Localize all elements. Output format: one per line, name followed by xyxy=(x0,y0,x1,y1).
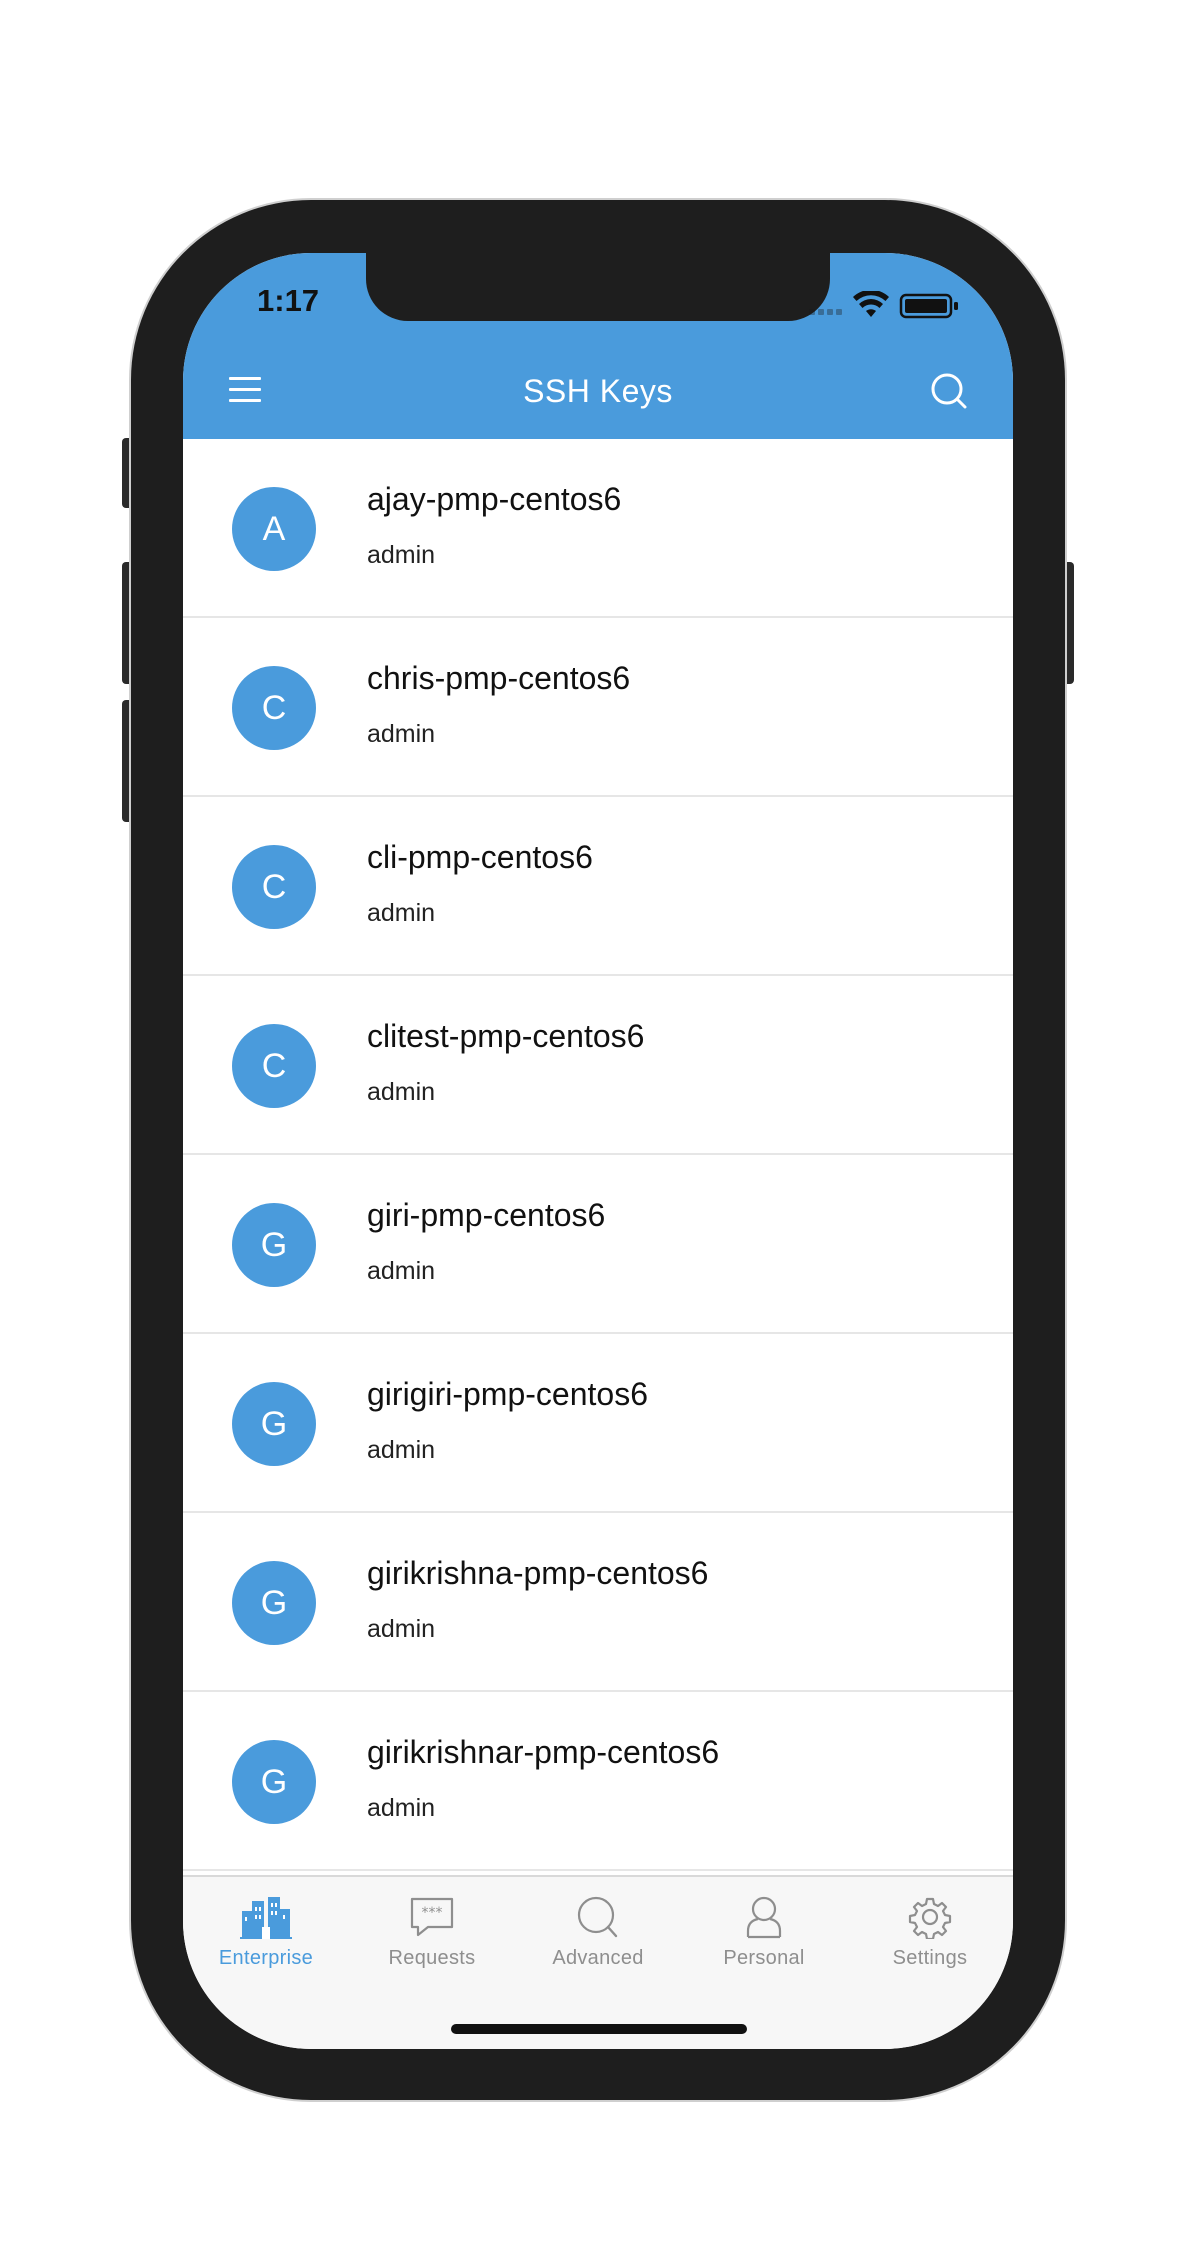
phone-screen: 1:17 SSH Keys A ajay-pmp-centos6 admin C… xyxy=(183,253,1013,2049)
avatar: G xyxy=(232,1203,316,1287)
list-item[interactable]: A ajay-pmp-centos6 admin xyxy=(183,439,1013,618)
key-name: chris-pmp-centos6 xyxy=(367,660,631,696)
list-item[interactable]: G giri-pmp-centos6 admin xyxy=(183,1155,1013,1334)
key-owner: admin xyxy=(367,1794,436,1822)
avatar: G xyxy=(232,1740,316,1824)
tab-bar: Enterprise *** Requests Advanced Persona… xyxy=(183,1875,1013,2049)
device-notch xyxy=(366,253,830,321)
list-item[interactable]: G girikrishnar-pmp-centos6 admin xyxy=(183,1692,1013,1871)
avatar: G xyxy=(232,1382,316,1466)
key-name: girigiri-pmp-centos6 xyxy=(367,1376,648,1412)
tab-advanced[interactable]: Advanced xyxy=(515,1895,681,1995)
tab-requests[interactable]: *** Requests xyxy=(349,1895,515,1995)
tab-label: Requests xyxy=(388,1947,476,1969)
ssh-key-list: A ajay-pmp-centos6 admin C chris-pmp-cen… xyxy=(183,439,1013,1871)
avatar: A xyxy=(232,487,316,571)
list-item[interactable]: C clitest-pmp-centos6 admin xyxy=(183,976,1013,1155)
settings-gear-icon xyxy=(908,1897,952,1939)
svg-text:***: *** xyxy=(422,1905,443,1921)
enterprise-icon xyxy=(240,1897,292,1939)
tab-personal[interactable]: Personal xyxy=(681,1895,847,1995)
tab-label: Advanced xyxy=(552,1947,644,1969)
key-owner: admin xyxy=(367,899,436,927)
key-owner: admin xyxy=(367,1078,436,1106)
personal-icon xyxy=(746,1896,782,1939)
key-owner: admin xyxy=(367,1257,436,1285)
avatar: C xyxy=(232,666,316,750)
tab-label: Enterprise xyxy=(218,1947,314,1969)
key-owner: admin xyxy=(367,1615,436,1643)
home-indicator[interactable] xyxy=(451,2024,747,2034)
page-title: SSH Keys xyxy=(523,373,673,409)
status-time: 1:17 xyxy=(257,283,320,318)
advanced-search-icon xyxy=(577,1896,618,1938)
list-item[interactable]: C chris-pmp-centos6 admin xyxy=(183,618,1013,797)
key-owner: admin xyxy=(367,541,436,569)
avatar: C xyxy=(232,845,316,929)
list-item[interactable]: C cli-pmp-centos6 admin xyxy=(183,797,1013,976)
key-name: girikrishna-pmp-centos6 xyxy=(367,1555,709,1591)
avatar: C xyxy=(232,1024,316,1108)
key-name: ajay-pmp-centos6 xyxy=(367,481,622,517)
key-name: clitest-pmp-centos6 xyxy=(367,1018,645,1054)
app-header: 1:17 SSH Keys xyxy=(183,253,1013,439)
list-item[interactable]: G girigiri-pmp-centos6 admin xyxy=(183,1334,1013,1513)
cellular-signal-icon xyxy=(809,309,842,315)
requests-icon: *** xyxy=(410,1897,454,1937)
tab-enterprise[interactable]: Enterprise xyxy=(183,1895,349,1995)
wifi-icon xyxy=(853,291,889,317)
key-name: giri-pmp-centos6 xyxy=(367,1197,606,1233)
key-owner: admin xyxy=(367,720,436,748)
list-item[interactable]: G girikrishna-pmp-centos6 admin xyxy=(183,1513,1013,1692)
key-name: girikrishnar-pmp-centos6 xyxy=(367,1734,720,1770)
avatar: G xyxy=(232,1561,316,1645)
tab-settings[interactable]: Settings xyxy=(847,1895,1013,1995)
search-icon[interactable] xyxy=(929,371,969,411)
key-name: cli-pmp-centos6 xyxy=(367,839,593,875)
key-owner: admin xyxy=(367,1436,436,1464)
battery-icon xyxy=(899,293,958,319)
tab-label: Settings xyxy=(892,1947,968,1969)
tab-label: Personal xyxy=(723,1947,805,1969)
status-icons xyxy=(809,291,958,319)
